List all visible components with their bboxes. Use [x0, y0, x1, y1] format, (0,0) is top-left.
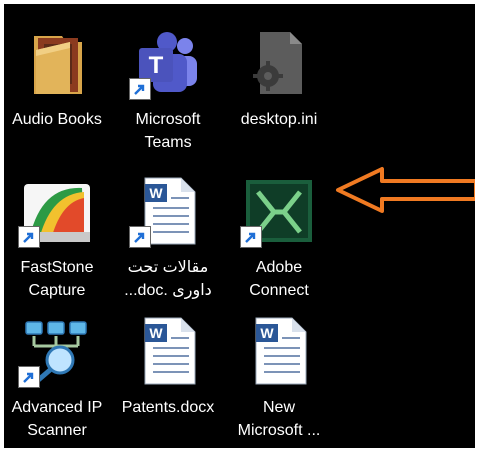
shortcut-arrow-icon: [18, 366, 40, 388]
icon-label: Adobe: [255, 259, 303, 276]
folder-icon: [22, 28, 92, 98]
network-scanner-icon: [18, 316, 92, 388]
word-document-icon: W: [244, 316, 314, 386]
icon-label: داوری .doc...: [124, 282, 212, 299]
desktop-icon-patents-docx[interactable]: W Patents.docx: [110, 306, 226, 446]
svg-text:W: W: [149, 325, 163, 341]
icon-label: Patents.docx: [121, 399, 215, 416]
icon-label: Scanner: [27, 422, 87, 439]
icon-label: مقالات تحت: [127, 259, 209, 276]
svg-text:T: T: [149, 52, 164, 79]
icon-label: FastStone: [20, 259, 94, 276]
desktop-icon-word-doc-1[interactable]: W مقالات تحت داوری .doc...: [110, 166, 226, 306]
desktop-icon-faststone-capture[interactable]: FastStone Capture: [4, 166, 115, 306]
icon-label: Advanced IP: [11, 399, 103, 416]
svg-text:W: W: [260, 325, 274, 341]
icon-label: Microsoft: [135, 111, 201, 128]
arrow-left-icon: [336, 167, 475, 213]
icon-label: Connect: [249, 282, 309, 299]
adobe-connect-icon: [240, 176, 314, 248]
icon-label: Audio Books: [12, 111, 102, 128]
desktop-icon-advanced-ip-scanner[interactable]: Advanced IP Scanner: [4, 306, 115, 446]
word-document-icon: W: [133, 316, 203, 386]
desktop-icon-desktop-ini[interactable]: desktop.ini: [221, 18, 337, 158]
faststone-icon: [18, 176, 92, 248]
icon-label: desktop.ini: [240, 111, 318, 128]
settings-file-icon: [244, 28, 314, 98]
desktop[interactable]: Audio Books T Microsoft Teams desktop.in…: [4, 4, 475, 448]
shortcut-arrow-icon: [129, 226, 151, 248]
desktop-icon-microsoft-teams[interactable]: T Microsoft Teams: [110, 18, 226, 158]
desktop-icon-adobe-connect[interactable]: Adobe Connect: [221, 166, 337, 306]
desktop-icon-new-microsoft[interactable]: W New Microsoft ...: [221, 306, 337, 446]
teams-icon: T: [129, 28, 203, 100]
desktop-icon-audio-books[interactable]: Audio Books: [4, 18, 115, 158]
word-document-icon: W: [129, 176, 203, 248]
shortcut-arrow-icon: [240, 226, 262, 248]
icon-label: Teams: [144, 134, 192, 151]
icon-label: Microsoft ...: [237, 422, 321, 439]
shortcut-arrow-icon: [18, 226, 40, 248]
svg-text:W: W: [149, 185, 163, 201]
icon-label: Capture: [28, 282, 86, 299]
shortcut-arrow-icon: [129, 78, 151, 100]
icon-label: New: [262, 399, 295, 416]
